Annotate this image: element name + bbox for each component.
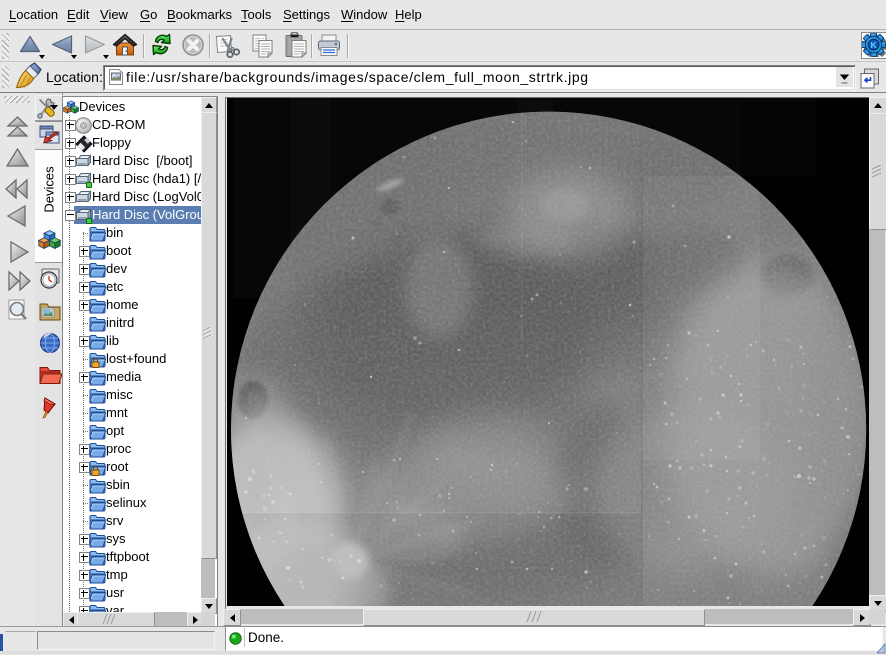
svg-text:K: K — [871, 40, 878, 50]
